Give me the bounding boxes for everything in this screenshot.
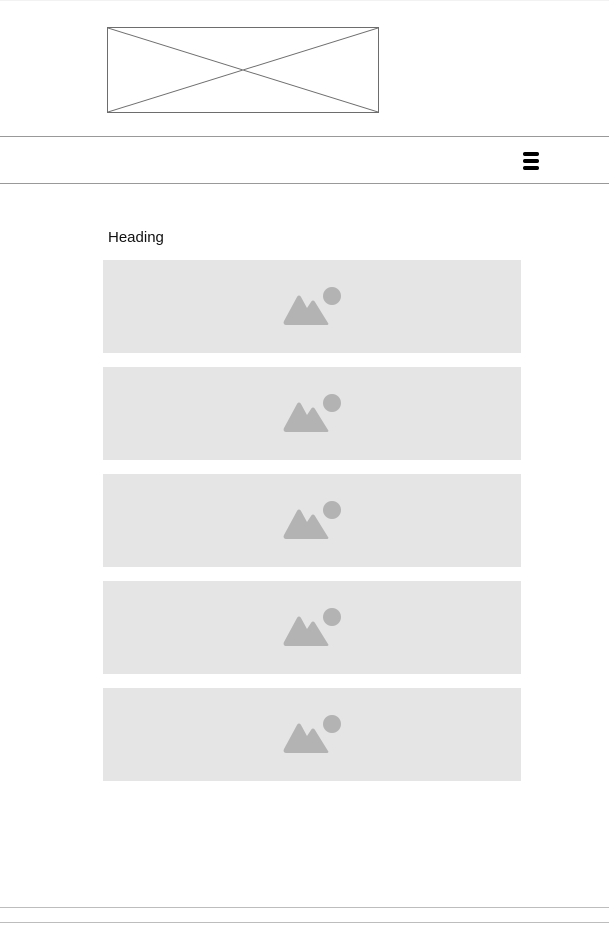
footer-divider [0,907,609,908]
top-strip [0,0,609,1]
image-icon [283,608,341,648]
footer-divider [0,922,609,923]
page: Heading [0,0,609,929]
image-placeholder-4[interactable] [103,581,521,674]
logo-placeholder [107,27,379,113]
hamburger-menu-icon [523,152,539,170]
image-icon [283,715,341,755]
page-heading: Heading [108,229,164,246]
image-icon [283,394,341,434]
navbar [0,136,609,184]
image-placeholder-5[interactable] [103,688,521,781]
image-icon [283,501,341,541]
image-placeholder-2[interactable] [103,367,521,460]
image-list [103,260,521,795]
image-icon [283,287,341,327]
image-placeholder-3[interactable] [103,474,521,567]
menu-button[interactable] [522,151,540,171]
image-placeholder-1[interactable] [103,260,521,353]
image-placeholder-cross-icon [108,28,378,112]
